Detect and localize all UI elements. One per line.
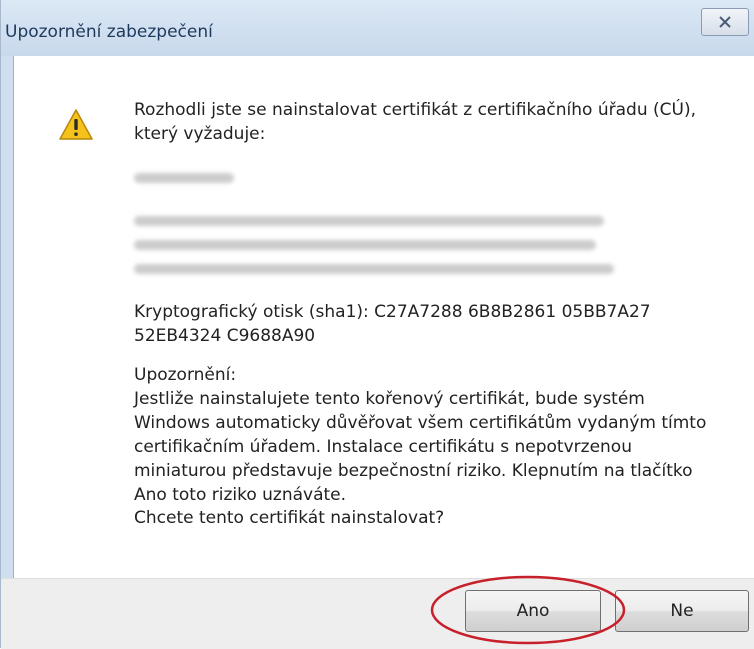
intro-text: Rozhodli jste se nainstalovat certifikát… bbox=[134, 100, 696, 144]
close-icon bbox=[719, 16, 731, 28]
thumbprint-text: Kryptografický otisk (sha1): C27A7288 6B… bbox=[134, 302, 651, 346]
security-warning-dialog: Upozornění zabezpečení Rozhodli jste se … bbox=[0, 0, 754, 649]
title-bar[interactable]: Upozornění zabezpečení bbox=[1, 0, 754, 56]
warning-heading: Upozornění: bbox=[134, 365, 237, 385]
close-button[interactable] bbox=[701, 8, 749, 36]
warning-icon bbox=[59, 109, 93, 140]
yes-button[interactable]: Ano bbox=[465, 590, 601, 632]
no-button[interactable]: Ne bbox=[615, 590, 749, 632]
dialog-body: Rozhodli jste se nainstalovat certifikát… bbox=[13, 56, 754, 648]
dialog-title: Upozornění zabezpečení bbox=[5, 22, 213, 42]
warning-body: Jestliže nainstalujete tento kořenový ce… bbox=[134, 389, 707, 505]
question-text: Chcete tento certifikát nainstalovat? bbox=[134, 508, 445, 528]
